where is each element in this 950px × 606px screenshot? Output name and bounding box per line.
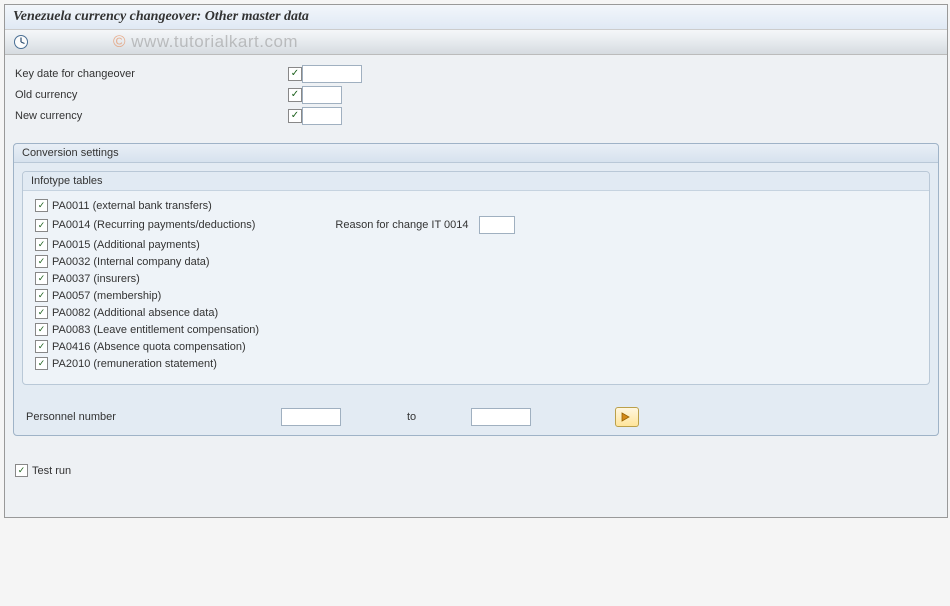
- infotype-checkbox[interactable]: [35, 199, 48, 212]
- infotype-checkbox[interactable]: [35, 219, 48, 232]
- infotype-label: PA0057 (membership): [52, 290, 161, 302]
- page-title: Venezuela currency changeover: Other mas…: [13, 9, 939, 25]
- content: Key date for changeover Old currency New…: [5, 55, 947, 517]
- old-currency-label: Old currency: [13, 89, 288, 101]
- app-window: Venezuela currency changeover: Other mas…: [4, 4, 948, 518]
- infotype-label: PA0083 (Leave entitlement compensation): [52, 324, 259, 336]
- new-currency-required-indicator[interactable]: [288, 109, 302, 123]
- infotype-row: PA0015 (Additional payments): [35, 238, 917, 251]
- multiple-selection-button[interactable]: [615, 407, 639, 427]
- infotype-row: PA0057 (membership): [35, 289, 917, 302]
- key-date-row: Key date for changeover: [13, 65, 939, 83]
- infotype-row: PA0011 (external bank transfers): [35, 199, 917, 212]
- test-run-checkbox[interactable]: [15, 464, 28, 477]
- infotype-checkbox[interactable]: [35, 340, 48, 353]
- infotype-label: PA0014 (Recurring payments/deductions): [52, 219, 255, 231]
- test-run-label: Test run: [32, 465, 71, 477]
- infotype-label: PA0416 (Absence quota compensation): [52, 341, 246, 353]
- key-date-label: Key date for changeover: [13, 68, 288, 80]
- infotype-label: PA0037 (insurers): [52, 273, 140, 285]
- personnel-number-label: Personnel number: [26, 411, 281, 423]
- new-currency-input[interactable]: [302, 107, 342, 125]
- reason-for-change-input[interactable]: [479, 216, 515, 234]
- infotype-tables-group: Infotype tables PA0011 (external bank tr…: [22, 171, 930, 385]
- watermark: © www.tutorialkart.com: [113, 32, 298, 52]
- infotype-checkbox[interactable]: [35, 289, 48, 302]
- infotype-label: PA0032 (Internal company data): [52, 256, 210, 268]
- infotype-checkbox[interactable]: [35, 272, 48, 285]
- infotype-row: PA0416 (Absence quota compensation): [35, 340, 917, 353]
- infotype-row: PA0082 (Additional absence data): [35, 306, 917, 319]
- old-currency-input[interactable]: [302, 86, 342, 104]
- infotype-row: PA2010 (remuneration statement): [35, 357, 917, 370]
- infotype-checkbox[interactable]: [35, 306, 48, 319]
- new-currency-label: New currency: [13, 110, 288, 122]
- key-date-input[interactable]: [302, 65, 362, 83]
- test-run-row: Test run: [13, 464, 939, 477]
- new-currency-row: New currency: [13, 107, 939, 125]
- reason-for-change-label: Reason for change IT 0014: [335, 219, 468, 231]
- infotype-row: PA0032 (Internal company data): [35, 255, 917, 268]
- key-date-required-indicator[interactable]: [288, 67, 302, 81]
- old-currency-required-indicator[interactable]: [288, 88, 302, 102]
- infotype-row: PA0083 (Leave entitlement compensation): [35, 323, 917, 336]
- toolbar: © www.tutorialkart.com: [5, 30, 947, 55]
- infotype-label: PA2010 (remuneration statement): [52, 358, 217, 370]
- personnel-number-row: Personnel number to: [22, 407, 930, 427]
- infotype-checkbox[interactable]: [35, 357, 48, 370]
- title-bar: Venezuela currency changeover: Other mas…: [5, 5, 947, 30]
- infotype-checkbox[interactable]: [35, 238, 48, 251]
- execute-button[interactable]: [13, 34, 29, 50]
- personnel-number-from-input[interactable]: [281, 408, 341, 426]
- infotype-checkbox[interactable]: [35, 255, 48, 268]
- conversion-settings-group: Conversion settings Infotype tables PA00…: [13, 143, 939, 436]
- infotype-tables-title: Infotype tables: [23, 172, 929, 191]
- infotype-row: PA0037 (insurers): [35, 272, 917, 285]
- infotype-label: PA0082 (Additional absence data): [52, 307, 218, 319]
- old-currency-row: Old currency: [13, 86, 939, 104]
- infotype-checkbox[interactable]: [35, 323, 48, 336]
- infotype-list: PA0011 (external bank transfers) PA0014 (…: [23, 191, 929, 384]
- infotype-label: PA0015 (Additional payments): [52, 239, 200, 251]
- conversion-settings-title: Conversion settings: [14, 144, 938, 163]
- personnel-number-to-input[interactable]: [471, 408, 531, 426]
- to-label: to: [341, 411, 471, 423]
- infotype-label: PA0011 (external bank transfers): [52, 200, 212, 212]
- infotype-row: PA0014 (Recurring payments/deductions) Re…: [35, 216, 917, 234]
